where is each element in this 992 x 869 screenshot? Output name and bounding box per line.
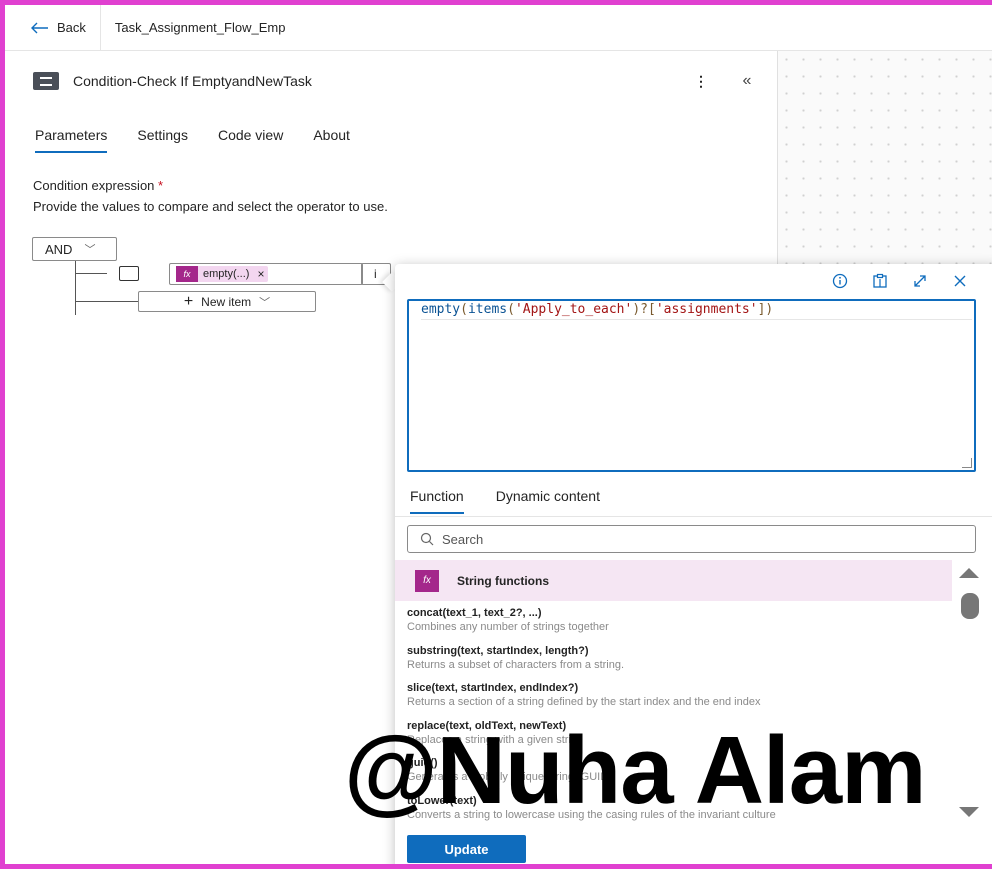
function-icon: fx bbox=[415, 569, 439, 592]
search-icon bbox=[420, 532, 434, 546]
expr-arg: 'Apply_to_each' bbox=[514, 302, 633, 317]
expr-mid: )?[ bbox=[632, 302, 656, 317]
collapse-icon[interactable]: « bbox=[737, 72, 757, 90]
condition-label-text: Condition expression bbox=[33, 178, 155, 193]
category-string-functions[interactable]: fx String functions bbox=[395, 560, 952, 601]
function-signature: concat(text_1, text_2?, ...) bbox=[407, 607, 542, 619]
tree-connector-new-item bbox=[75, 301, 139, 302]
resize-handle[interactable] bbox=[962, 458, 972, 468]
required-mark: * bbox=[158, 178, 164, 193]
expr-fn: empty bbox=[421, 302, 461, 317]
expression-token[interactable]: fx empty(...) × bbox=[176, 266, 269, 282]
search-placeholder: Search bbox=[442, 531, 484, 547]
tab-code-view[interactable]: Code view bbox=[218, 127, 283, 153]
watermark-text: @Nuha Alam bbox=[344, 717, 926, 824]
expr-close: ]) bbox=[757, 302, 774, 317]
scroll-up-arrow[interactable] bbox=[959, 568, 979, 578]
list-item[interactable]: substring(text, startIndex, length?) Ret… bbox=[407, 644, 947, 682]
action-title[interactable]: Condition-Check If EmptyandNewTask bbox=[73, 73, 691, 89]
expr-fn2: items bbox=[467, 302, 508, 317]
tabs-divider bbox=[395, 516, 992, 517]
tree-connector-row bbox=[75, 273, 107, 274]
left-value-field[interactable]: fx empty(...) × bbox=[169, 263, 363, 285]
tree-connector-vertical bbox=[75, 261, 76, 315]
expression-input[interactable]: empty(items('Apply_to_each')?['assignmen… bbox=[407, 299, 976, 472]
arrow-left-icon bbox=[31, 22, 48, 33]
tab-settings[interactable]: Settings bbox=[137, 127, 188, 153]
back-button[interactable]: Back bbox=[5, 5, 101, 50]
close-icon[interactable]: × bbox=[257, 267, 264, 281]
tab-function[interactable]: Function bbox=[410, 488, 464, 514]
close-icon[interactable] bbox=[949, 270, 971, 292]
info-icon[interactable] bbox=[829, 270, 851, 292]
function-signature: substring(text, startIndex, length?) bbox=[407, 644, 589, 657]
update-button[interactable]: Update bbox=[407, 835, 526, 863]
panel-header: Condition-Check If EmptyandNewTask ⋮ « bbox=[33, 69, 757, 93]
category-name: String functions bbox=[457, 573, 549, 588]
list-item[interactable]: slice(text, startIndex, endIndex?) Retur… bbox=[407, 681, 947, 719]
function-search-input[interactable]: Search bbox=[407, 525, 976, 553]
current-line-rule bbox=[421, 319, 972, 320]
function-signature: slice(text, startIndex, endIndex?) bbox=[407, 682, 579, 694]
scroll-down-arrow[interactable] bbox=[959, 807, 979, 817]
top-bar: Back Task_Assignment_Flow_Emp bbox=[5, 5, 992, 51]
condition-hint: Provide the values to compare and select… bbox=[33, 199, 388, 214]
panel-tabs: Parameters Settings Code view About bbox=[35, 127, 350, 153]
tab-about[interactable]: About bbox=[313, 127, 350, 153]
plus-icon: + bbox=[183, 292, 194, 310]
chevron-down-icon: ﹀ bbox=[259, 296, 271, 309]
function-description: Combines any number of strings together bbox=[407, 621, 609, 633]
new-item-button[interactable]: + New item ﹀ bbox=[138, 291, 316, 312]
token-label: empty(...) bbox=[203, 268, 250, 280]
flow-name: Task_Assignment_Flow_Emp bbox=[114, 20, 286, 35]
condition-expression-label: Condition expression * bbox=[33, 178, 163, 193]
function-tabs: Function Dynamic content bbox=[410, 488, 600, 514]
group-operator-value: AND bbox=[45, 241, 73, 257]
more-vertical-icon[interactable]: ⋮ bbox=[691, 73, 711, 90]
expr-open: ( bbox=[460, 302, 468, 317]
clipboard-icon[interactable] bbox=[869, 270, 891, 292]
group-operator-dropdown[interactable]: AND ﹀ bbox=[32, 237, 117, 261]
list-item[interactable]: concat(text_1, text_2?, ...) Combines an… bbox=[407, 606, 947, 644]
tab-dynamic-content[interactable]: Dynamic content bbox=[496, 488, 600, 514]
function-description: Returns a section of a string defined by… bbox=[407, 696, 761, 708]
function-description: Returns a subset of characters from a st… bbox=[407, 658, 625, 671]
scrollbar-thumb[interactable] bbox=[961, 593, 979, 619]
back-label: Back bbox=[57, 20, 86, 35]
condition-icon bbox=[33, 72, 59, 90]
expand-icon[interactable] bbox=[909, 270, 931, 292]
app-frame: Back Task_Assignment_Flow_Emp Condition-… bbox=[0, 0, 992, 869]
popup-toolbar bbox=[829, 270, 971, 292]
tab-parameters[interactable]: Parameters bbox=[35, 127, 108, 153]
function-icon: fx bbox=[176, 266, 198, 282]
chevron-down-icon: ﹀ bbox=[84, 244, 96, 256]
expr-open2: ( bbox=[507, 302, 515, 317]
expr-key: 'assignments' bbox=[655, 302, 758, 317]
new-item-label: New item bbox=[201, 294, 252, 309]
row-checkbox[interactable] bbox=[119, 266, 139, 281]
